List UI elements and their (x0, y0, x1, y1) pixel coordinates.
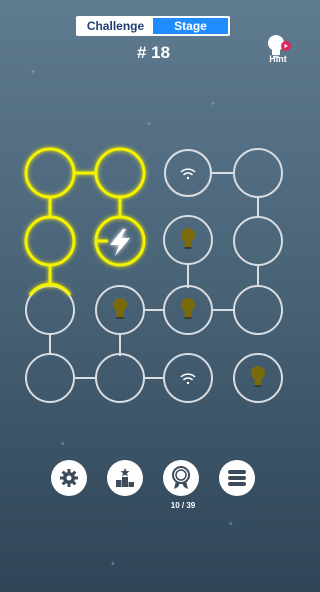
sparkle-decoration: ✦ (146, 121, 152, 128)
wifi-icon (180, 168, 196, 180)
menu-icon (228, 470, 246, 486)
node-r2-c3[interactable] (233, 285, 283, 335)
node-r0-c1[interactable] (94, 147, 146, 199)
wire-network (49, 172, 259, 379)
lightbulb-icon (251, 366, 265, 387)
lightbulb-icon (181, 298, 195, 319)
leaderboard-button[interactable] (107, 460, 143, 496)
sparkle-decoration: ✦ (30, 69, 36, 76)
award-badge-icon (172, 466, 190, 489)
progress-count: 10 / 39 (170, 501, 196, 510)
sparkle-decoration: ✦ (60, 441, 66, 448)
node-r0-c0[interactable] (24, 147, 76, 199)
settings-button[interactable] (51, 460, 87, 496)
node-r3-c1[interactable] (95, 353, 145, 403)
lightning-icon (110, 229, 130, 256)
menu-button[interactable] (219, 460, 255, 496)
sparkle-decoration: ✦ (110, 561, 116, 568)
achievements-button[interactable] (163, 460, 199, 496)
node-r0-c3[interactable] (233, 148, 283, 198)
lightbulb-icon (113, 298, 127, 319)
sparkle-decoration: ✦ (210, 101, 216, 108)
lit-wire-network (48, 171, 122, 287)
podium-icon (116, 468, 134, 487)
lightbulb-icon (181, 228, 195, 249)
gear-icon (60, 469, 78, 487)
node-r1-c3[interactable] (233, 216, 283, 266)
puzzle-board (24, 147, 283, 403)
wifi-icon (180, 373, 196, 385)
node-r1-c0[interactable] (24, 215, 76, 267)
node-r3-c0[interactable] (25, 353, 75, 403)
sparkle-decoration: ✦ (228, 521, 234, 528)
